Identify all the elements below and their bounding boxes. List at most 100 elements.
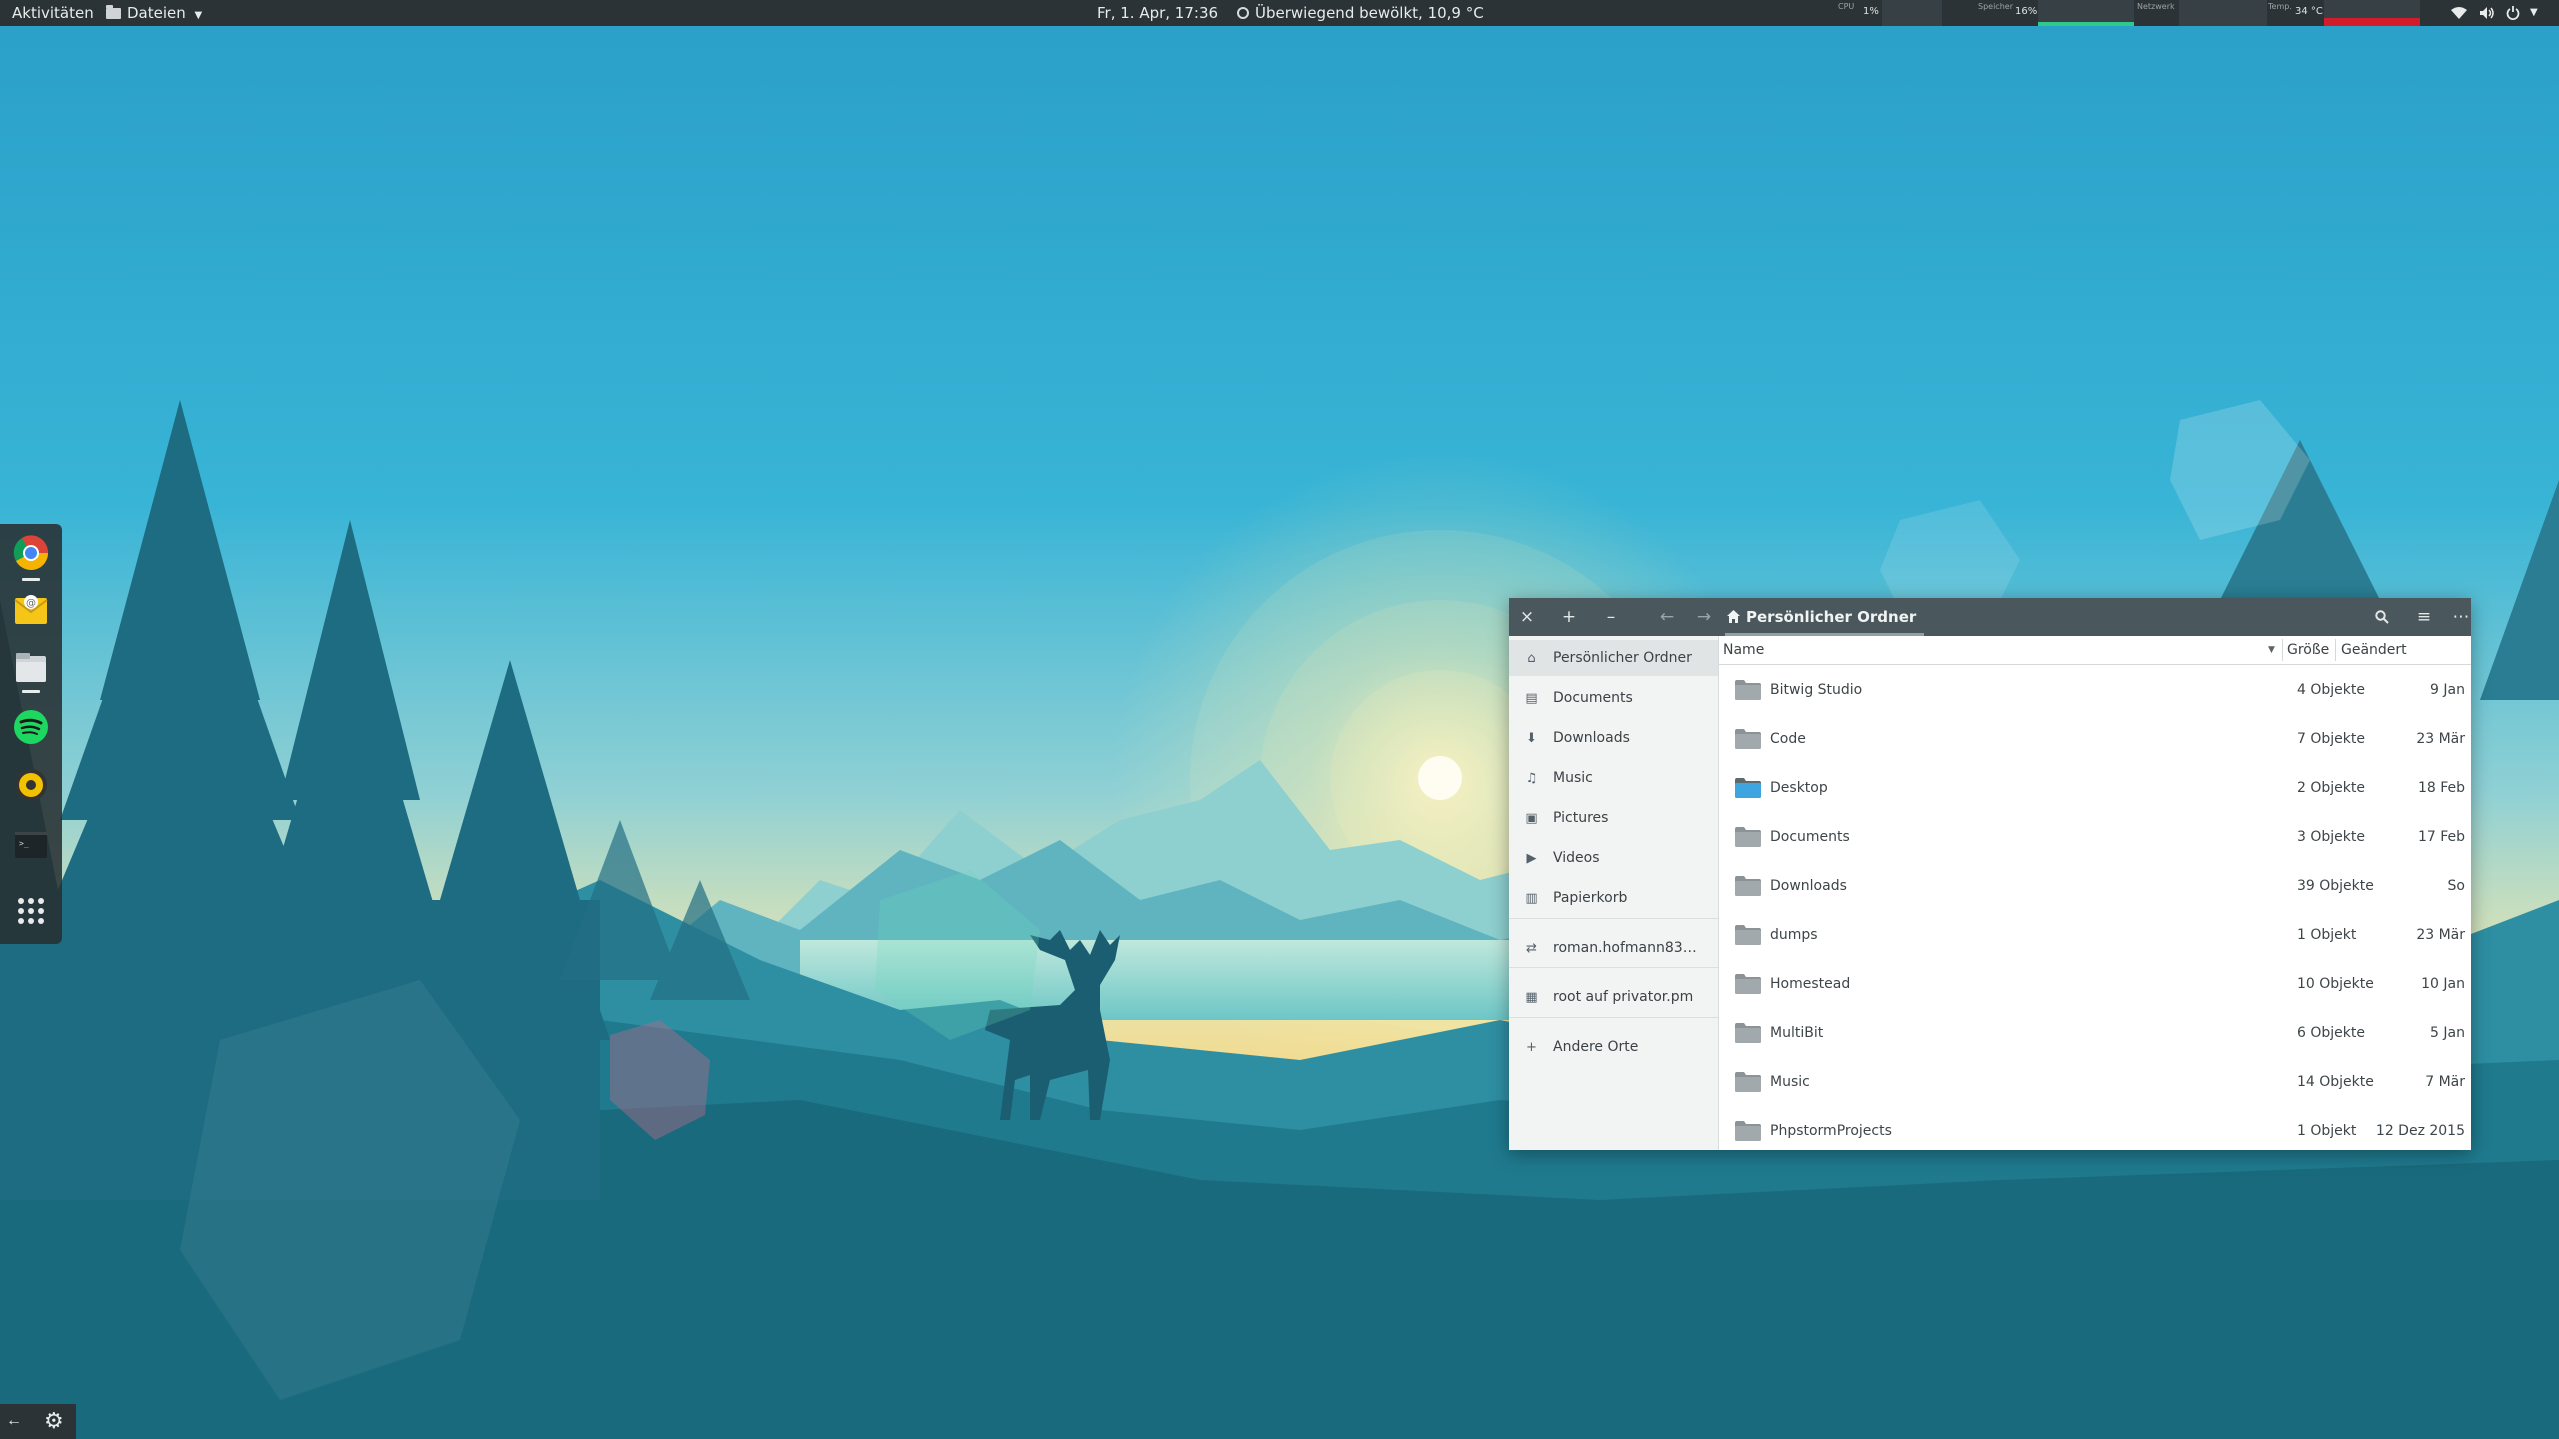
folder-icon	[1735, 925, 1761, 945]
memory-label: Speicher	[1978, 2, 2013, 11]
temperature-label: Temp.	[2268, 2, 2292, 11]
minimize-icon[interactable]: –	[1596, 598, 1626, 636]
sidebar-item-label: Downloads	[1553, 730, 1630, 746]
memory-monitor[interactable]: Speicher 16%	[1978, 0, 2138, 26]
sidebar-item-andere-orte[interactable]: + Andere Orte	[1509, 1029, 1718, 1065]
network-graph	[2179, 0, 2267, 26]
temperature-value: 34 °C	[2295, 6, 2323, 17]
volume-icon[interactable]	[2479, 0, 2495, 26]
list-view-icon[interactable]: ≡	[2409, 598, 2439, 636]
file-size: 1 Objekt	[2297, 927, 2357, 943]
folder-icon	[1735, 729, 1761, 749]
weather-icon	[1237, 7, 1249, 19]
network-monitor[interactable]: Netzwerk	[2137, 0, 2267, 26]
svg-text:>_: >_	[19, 839, 29, 848]
temperature-graph	[2324, 0, 2420, 26]
sidebar-item-pers-nlicher-ordner[interactable]: ⌂ Persönlicher Ordner	[1509, 640, 1718, 676]
forward-arrow-icon[interactable]: →	[1689, 598, 1719, 636]
file-size: 7 Objekte	[2297, 731, 2365, 747]
sidebar-item-pictures[interactable]: ▣ Pictures	[1509, 800, 1718, 836]
cpu-monitor[interactable]: CPU 1%	[1838, 0, 1942, 26]
new-tab-icon[interactable]: +	[1554, 598, 1584, 636]
activities-button[interactable]: Aktivitäten	[12, 0, 94, 26]
sidebar-item-roman-hofmann83-g[interactable]: ⇄ roman.hofmann83@g...	[1509, 930, 1718, 966]
power-icon[interactable]	[2506, 0, 2520, 26]
spotify-icon[interactable]	[12, 708, 50, 746]
files-window: × + – ← → Persönlicher Ordner ≡ ⋯ ⌂ Persö…	[1509, 598, 2471, 1150]
dock: @ >_	[0, 524, 62, 944]
close-icon[interactable]: ×	[1512, 598, 1542, 636]
folder-icon	[1735, 1072, 1761, 1092]
clock[interactable]: Fr, 1. Apr, 17:36	[1097, 0, 1218, 26]
file-row[interactable]: PhpstormProjects 1 Objekt 12 Dez 2015	[1719, 1107, 2471, 1150]
rhythmbox-icon[interactable]	[12, 766, 50, 804]
column-divider	[2282, 639, 2283, 661]
file-row[interactable]: Code 7 Objekte 23 Mär	[1719, 715, 2471, 764]
folder-icon	[1735, 974, 1761, 994]
file-size: 39 Objekte	[2297, 878, 2374, 894]
weather-indicator[interactable]: Überwiegend bewölkt, 10,9 °C	[1237, 0, 1484, 26]
sidebar-separator	[1509, 967, 1718, 968]
folder-icon	[1735, 876, 1761, 896]
mail-icon[interactable]: @	[12, 590, 50, 628]
folder-icon	[1735, 1023, 1761, 1043]
path-bar-label: Persönlicher Ordner	[1746, 608, 1917, 626]
chrome-icon[interactable]	[12, 534, 50, 572]
back-arrow-icon[interactable]: ←	[1652, 598, 1682, 636]
sidebar-item-downloads[interactable]: ⬇ Downloads	[1509, 720, 1718, 756]
sort-down-icon[interactable]: ▼	[2268, 636, 2275, 664]
file-name: MultiBit	[1770, 1025, 1824, 1041]
column-size[interactable]: Größe	[2287, 636, 2329, 664]
video-icon: ▶	[1526, 851, 1537, 866]
file-row[interactable]: Homestead 10 Objekte 10 Jan	[1719, 960, 2471, 1009]
file-name: Desktop	[1770, 780, 1828, 796]
sidebar-item-documents[interactable]: ▤ Documents	[1509, 680, 1718, 716]
sidebar-item-music[interactable]: ♫ Music	[1509, 760, 1718, 796]
places-sidebar: ⌂ Persönlicher Ordner ▤ Documents ⬇ Downloads…	[1509, 636, 1719, 1150]
temperature-monitor[interactable]: Temp. 34 °C	[2268, 0, 2428, 26]
more-options-icon[interactable]: ⋯	[2451, 598, 2471, 636]
file-row[interactable]: Bitwig Studio 4 Objekte 9 Jan	[1719, 666, 2471, 715]
system-menu-chevron-icon[interactable]: ▼	[2530, 0, 2538, 26]
file-name: Music	[1770, 1074, 1810, 1090]
path-bar-home[interactable]: Persönlicher Ordner	[1725, 598, 1925, 636]
file-size: 2 Objekte	[2297, 780, 2365, 796]
wifi-icon[interactable]	[2451, 0, 2467, 26]
column-name[interactable]: Name	[1723, 636, 1764, 664]
sidebar-item-label: Persönlicher Ordner	[1553, 650, 1692, 666]
running-indicator	[22, 690, 40, 693]
sidebar-item-papierkorb[interactable]: ▥ Papierkorb	[1509, 880, 1718, 916]
file-size: 4 Objekte	[2297, 682, 2365, 698]
app-menu-button[interactable]: Dateien ▼	[106, 0, 202, 26]
file-name: Documents	[1770, 829, 1850, 845]
picture-icon: ▣	[1525, 811, 1538, 826]
terminal-icon[interactable]: >_	[12, 826, 50, 864]
folder-icon	[1735, 1121, 1761, 1141]
sidebar-item-root-auf-privator-pm[interactable]: ▦ root auf privator.pm	[1509, 979, 1718, 1015]
search-icon[interactable]	[2367, 598, 2397, 636]
file-modified: 9 Jan	[2430, 682, 2465, 698]
header-bar: × + – ← → Persönlicher Ordner ≡ ⋯	[1509, 598, 2471, 636]
file-row[interactable]: MultiBit 6 Objekte 5 Jan	[1719, 1009, 2471, 1058]
column-modified[interactable]: Geändert	[2341, 636, 2407, 664]
sidebar-item-label: Music	[1553, 770, 1593, 786]
sidebar-separator	[1509, 1017, 1718, 1018]
sidebar-item-videos[interactable]: ▶ Videos	[1509, 840, 1718, 876]
sidebar-item-label: Papierkorb	[1553, 890, 1628, 906]
file-row[interactable]: dumps 1 Objekt 23 Mär	[1719, 911, 2471, 960]
file-row[interactable]: Downloads 39 Objekte So	[1719, 862, 2471, 911]
gear-icon[interactable]: ⚙	[44, 1408, 64, 1434]
files-icon[interactable]	[12, 648, 50, 686]
file-modified: So	[2447, 878, 2465, 894]
file-row[interactable]: Music 14 Objekte 7 Mär	[1719, 1058, 2471, 1107]
file-modified: 18 Feb	[2417, 780, 2465, 796]
folder-icon	[1735, 778, 1761, 798]
file-size: 14 Objekte	[2297, 1074, 2374, 1090]
app-grid-icon[interactable]	[12, 892, 50, 930]
file-size: 3 Objekte	[2297, 829, 2365, 845]
file-row[interactable]: Desktop 2 Objekte 18 Feb	[1719, 764, 2471, 813]
file-row[interactable]: Documents 3 Objekte 17 Feb	[1719, 813, 2471, 862]
file-name: dumps	[1770, 927, 1818, 943]
arrow-left-icon[interactable]: ←	[6, 1412, 22, 1430]
file-modified: 12 Dez 2015	[2375, 1123, 2465, 1139]
